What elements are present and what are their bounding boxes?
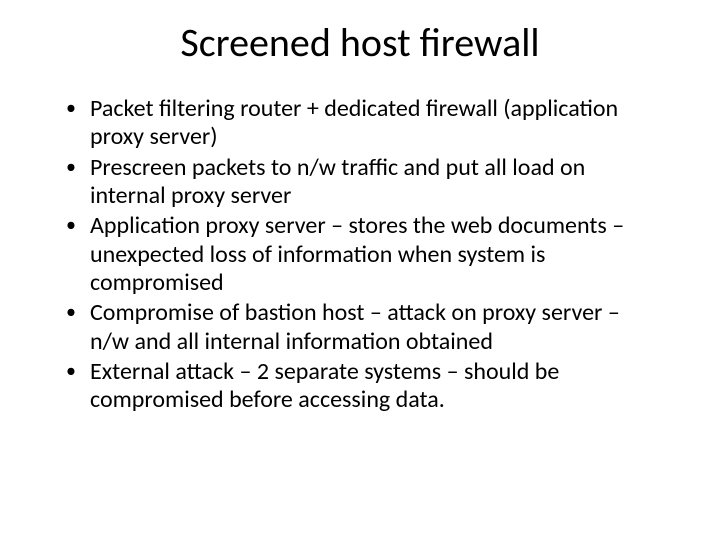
list-item: Compromise of bastion host – attack on p… <box>60 299 660 356</box>
list-item: Prescreen packets to n/w traffic and put… <box>60 154 660 211</box>
slide: Screened host firewall Packet filtering … <box>0 0 720 540</box>
slide-title: Screened host firewall <box>50 18 670 67</box>
bullet-list: Packet filtering router + dedicated fire… <box>50 95 670 414</box>
list-item: Application proxy server – stores the we… <box>60 212 660 297</box>
list-item: External attack – 2 separate systems – s… <box>60 358 660 415</box>
list-item: Packet filtering router + dedicated fire… <box>60 95 660 152</box>
